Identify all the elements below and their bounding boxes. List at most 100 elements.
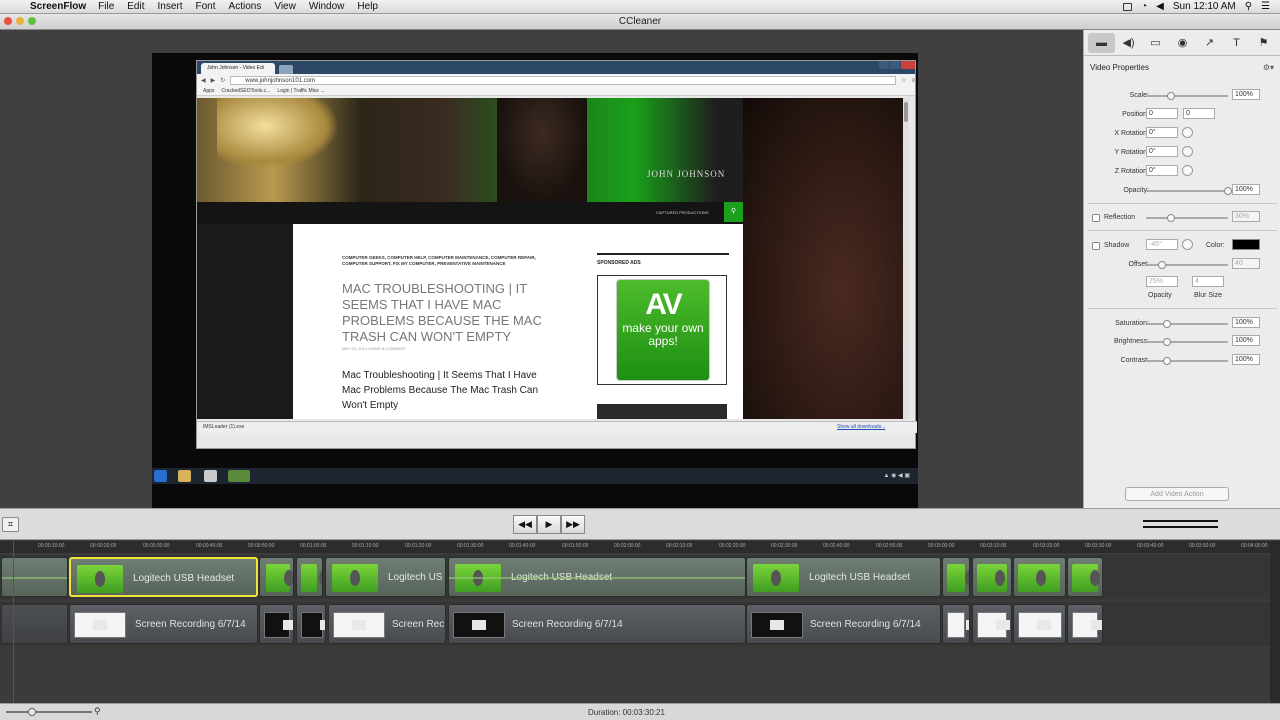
menu-help[interactable]: Help [357, 1, 378, 12]
shadow-color-swatch[interactable] [1232, 239, 1260, 250]
saturation-value[interactable]: 100% [1232, 317, 1260, 328]
video-clip[interactable] [972, 604, 1012, 644]
blur-size-field[interactable]: 4 [1192, 276, 1224, 287]
new-tab-button[interactable] [279, 65, 293, 74]
video-clip[interactable]: Screen Recording 6/7/14 [746, 604, 941, 644]
shadow-opacity-field[interactable]: 75% [1146, 276, 1178, 287]
show-all-downloads-link[interactable]: Show all downloads... [837, 424, 885, 430]
canvas-area[interactable]: John Johnson - Video Edi ◀ ▶ ↻ www.johnj… [0, 30, 1083, 509]
audio-clip[interactable]: Logitech USB Headset [746, 557, 941, 597]
back-icon[interactable]: ◀ [201, 77, 206, 84]
audio-clip[interactable] [1, 557, 68, 597]
opacity-slider-knob[interactable] [1224, 187, 1232, 195]
screenflow-status-icon[interactable] [1123, 2, 1133, 11]
video-clip[interactable]: Screen Recording 6/7/14 [448, 604, 746, 644]
audio-clip[interactable] [972, 557, 1012, 597]
audio-clip[interactable] [296, 557, 323, 597]
annotations-tab-icon[interactable]: ⚑ [1250, 33, 1277, 53]
ie-icon[interactable] [154, 470, 167, 482]
media-player-icon[interactable] [204, 470, 217, 482]
audio-clip[interactable] [259, 557, 294, 597]
rewind-button[interactable]: ◀◀ [513, 515, 537, 534]
audio-clip[interactable]: Logitech US [325, 557, 446, 597]
video-clip[interactable]: Screen Rec [328, 604, 446, 644]
video-clip[interactable] [259, 604, 294, 644]
offset-slider-knob[interactable] [1158, 261, 1167, 269]
volume-icon[interactable]: ◀ [1156, 1, 1164, 12]
shadow-angle-dial[interactable] [1182, 239, 1193, 250]
fast-forward-button[interactable]: ▶▶ [561, 515, 585, 534]
ad-image[interactable]: AV make your own apps! [616, 279, 710, 381]
z-rotation-field[interactable]: 0° [1146, 165, 1178, 176]
menu-view[interactable]: View [274, 1, 296, 12]
recorded-screen[interactable]: John Johnson - Video Edi ◀ ▶ ↻ www.johnj… [152, 53, 918, 509]
position-x-field[interactable]: 0 [1146, 108, 1178, 119]
zoom-magnifier-icon[interactable]: ⚲ [94, 706, 101, 717]
x-rotation-field[interactable]: 0° [1146, 127, 1178, 138]
bookmark-star-icon[interactable]: ☆ [901, 77, 906, 84]
gear-icon[interactable]: ⚙▾ [1263, 63, 1274, 72]
menu-app-name[interactable]: ScreenFlow [30, 1, 86, 12]
x-rotation-dial[interactable] [1182, 127, 1193, 138]
scale-slider-knob[interactable] [1166, 92, 1175, 100]
clock[interactable]: Sun 12:10 AM [1173, 1, 1236, 12]
wifi-icon[interactable]: ◔ [1141, 1, 1147, 12]
saturation-slider-knob[interactable] [1162, 320, 1171, 328]
video-clip[interactable] [942, 604, 970, 644]
y-rotation-field[interactable]: 0° [1146, 146, 1178, 157]
contrast-slider-knob[interactable] [1162, 357, 1171, 365]
audio-clip[interactable] [1067, 557, 1103, 597]
reflection-value[interactable]: 30% [1232, 211, 1260, 222]
timeline-zoom-slider[interactable] [6, 708, 92, 716]
timeline[interactable]: Logitech USB Headset Logitech US Logitec… [0, 553, 1270, 703]
menu-window[interactable]: Window [309, 1, 345, 12]
browser-maximize-button[interactable] [890, 61, 900, 69]
brightness-slider-knob[interactable] [1162, 338, 1171, 346]
video-clip[interactable] [296, 604, 326, 644]
explorer-folder-icon[interactable] [178, 470, 191, 482]
menu-edit[interactable]: Edit [127, 1, 144, 12]
post-categories[interactable]: COMPUTER GEEKS, COMPUTER HELP, COMPUTER … [342, 255, 542, 267]
second-ad[interactable] [597, 404, 727, 419]
y-rotation-dial[interactable] [1182, 146, 1193, 157]
ad-banner[interactable]: AV make your own apps! [597, 275, 727, 385]
timeline-scrollbar[interactable] [1270, 541, 1280, 703]
z-rotation-dial[interactable] [1182, 165, 1193, 176]
position-y-field[interactable]: 0 [1183, 108, 1215, 119]
bookmark-apps[interactable]: Apps [203, 88, 214, 94]
touch-callout-tab-icon[interactable]: ↗ [1196, 33, 1223, 53]
browser-tab[interactable]: John Johnson - Video Edi [201, 63, 275, 74]
play-button[interactable]: ▶ [537, 515, 561, 534]
forward-icon[interactable]: ▶ [211, 77, 216, 84]
search-icon[interactable]: ⚲ [1245, 1, 1252, 12]
saturation-slider[interactable] [1146, 320, 1228, 328]
site-scrollbar[interactable] [903, 98, 909, 419]
bookmark-crackedseotools[interactable]: CrackedSEOTools.c... [221, 88, 270, 94]
screen-recording-tab-icon[interactable]: ▭ [1142, 33, 1169, 53]
video-clip[interactable] [1, 604, 68, 644]
menu-file[interactable]: File [98, 1, 114, 12]
browser-minimize-button[interactable] [879, 61, 889, 69]
brightness-value[interactable]: 100% [1232, 335, 1260, 346]
system-tray-icons[interactable]: ▲ ◉ ◀ ▣ [884, 472, 910, 479]
text-tab-icon[interactable]: T [1223, 33, 1250, 53]
shadow-angle-field[interactable]: -45° [1146, 239, 1178, 250]
scale-value[interactable]: 100% [1232, 89, 1260, 100]
audio-clip[interactable] [1013, 557, 1066, 597]
menu-insert[interactable]: Insert [158, 1, 183, 12]
site-search-icon[interactable]: ⚲ [724, 202, 743, 222]
address-bar[interactable]: www.johnjohnson101.com [230, 76, 897, 85]
browser-menu-icon[interactable]: ≡ [911, 78, 915, 84]
close-window-button[interactable] [4, 17, 12, 25]
site-scroll-thumb[interactable] [904, 102, 908, 122]
reflection-checkbox[interactable] [1092, 214, 1100, 222]
video-clip[interactable]: Screen Recording 6/7/14 [69, 604, 258, 644]
shadow-checkbox[interactable] [1092, 242, 1100, 250]
browser-close-button[interactable] [901, 61, 915, 69]
scale-slider[interactable] [1146, 92, 1228, 100]
crop-icon[interactable]: ⌗ [2, 517, 19, 532]
contrast-value[interactable]: 100% [1232, 354, 1260, 365]
playhead[interactable] [13, 541, 14, 703]
notification-icon[interactable]: ☰ [1261, 1, 1270, 12]
audio-clip[interactable]: Logitech USB Headset [448, 557, 746, 597]
